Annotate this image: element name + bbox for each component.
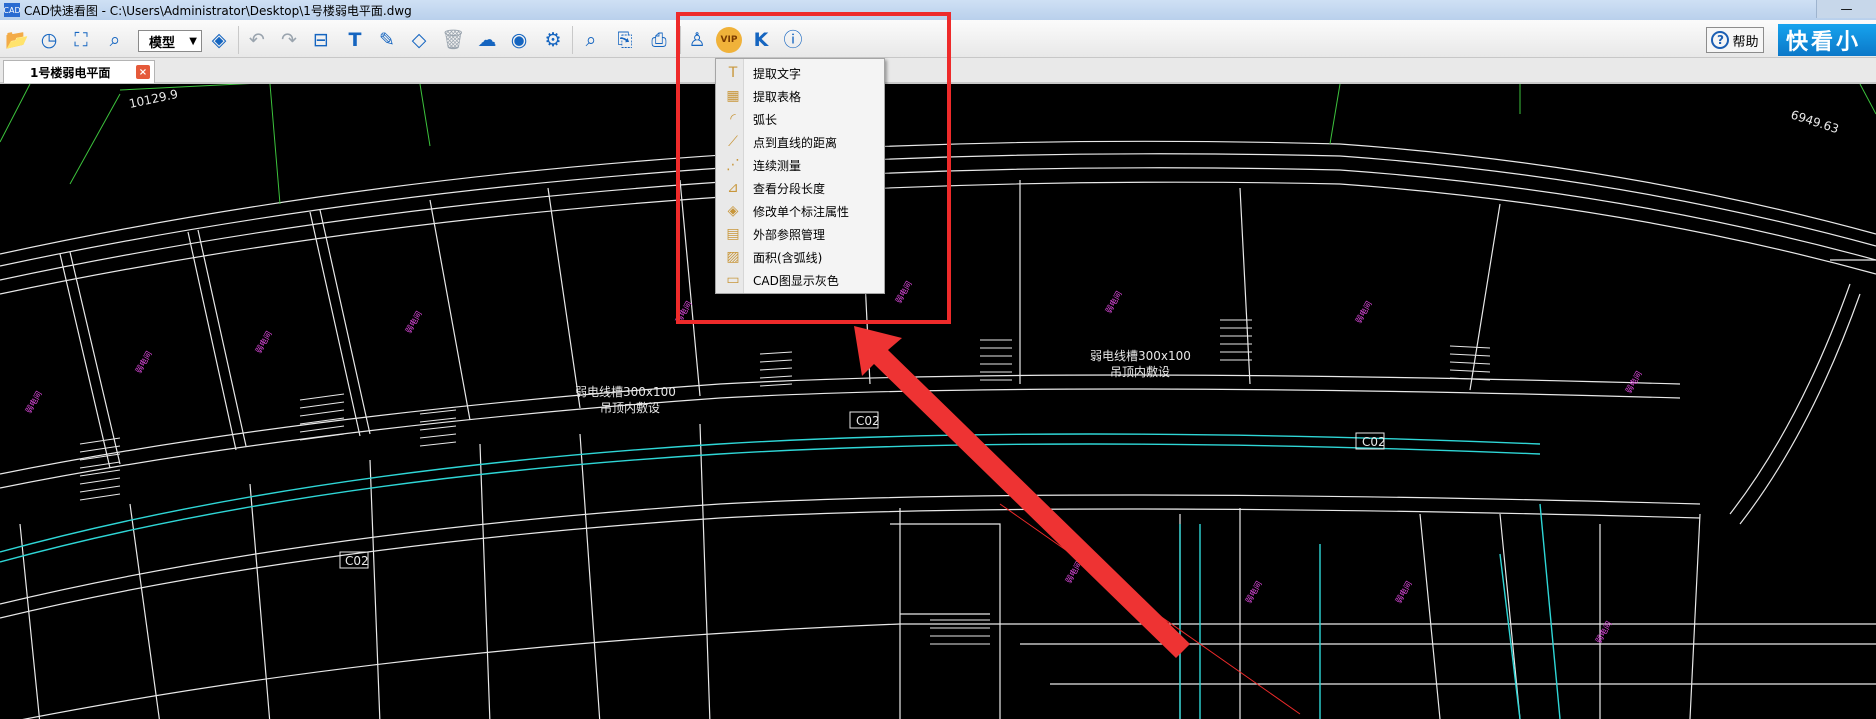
menu-item-label: 点到直线的距离 [753, 135, 838, 150]
delete-icon[interactable]: 🗑 [440, 27, 466, 53]
settings-icon[interactable]: ⚙ [540, 27, 566, 53]
minimize-button[interactable]: — [1816, 0, 1876, 18]
svg-text:弱电间: 弱电间 [403, 309, 424, 335]
cad-icon: CAD [3, 3, 21, 17]
svg-text:弱电间: 弱电间 [1353, 299, 1374, 325]
history-icon[interactable]: ◷ [36, 27, 62, 53]
menu-item-area[interactable]: ▨ 面积(含弧线) [718, 246, 882, 268]
model-select-value: 模型 [149, 35, 176, 51]
c02-label: C02 [345, 554, 369, 568]
cable-label: 弱电线槽300x100 [575, 385, 676, 399]
hide-icon[interactable]: ◉ [506, 27, 532, 53]
svg-text:弱电间: 弱电间 [253, 329, 274, 355]
extract-table-icon: ▦ [726, 88, 740, 104]
help-button[interactable]: ? 帮助 [1706, 27, 1764, 53]
layer-icon[interactable]: ◈ [206, 27, 232, 53]
brand-banner[interactable]: 快看小 [1778, 24, 1876, 56]
menu-item-segment-length[interactable]: ⊿ 查看分段长度 [718, 177, 882, 199]
xref-manager-icon: ▤ [726, 226, 740, 242]
k-tools-dropdown-menu: T 提取文字 ▦ 提取表格 ◜ 弧长 ⟋ 点到直线的距离 ⋰ 连续测量 ⊿ 查看分段长度 ◈… [715, 58, 885, 294]
open-folder-icon[interactable]: 📂 [4, 27, 30, 53]
menu-item-label: 面积(含弧线) [753, 250, 823, 265]
menu-item-label: 弧长 [753, 112, 778, 127]
cable-tray [0, 433, 1561, 719]
menu-item-xref-manager[interactable]: ▤ 外部参照管理 [718, 223, 882, 245]
menu-item-extract-text[interactable]: T 提取文字 [718, 62, 882, 84]
menu-item-label: 连续测量 [753, 158, 802, 173]
svg-text:弱电间: 弱电间 [133, 349, 154, 375]
markup-pen-icon[interactable]: ✎ [374, 27, 400, 53]
room-labels: 弱电间 弱电间 弱电间 弱电间 弱电间 弱电间 弱电间 弱电间 弱电间 弱电间 … [23, 279, 1644, 645]
dimension-label: 6949.63 [1789, 108, 1841, 137]
menu-item-gray-display[interactable]: ▭ CAD图显示灰色 [718, 269, 882, 291]
toolbar-separator [238, 26, 239, 54]
question-icon: ? [1711, 31, 1730, 49]
cable-label: 吊顶内敷设 [1110, 364, 1170, 379]
menu-item-label: 外部参照管理 [753, 227, 826, 242]
toolbar-separator [572, 26, 573, 54]
menu-item-label: 修改单个标注属性 [753, 204, 850, 219]
svg-text:弱电间: 弱电间 [1103, 289, 1124, 315]
menu-item-label: 查看分段长度 [753, 181, 826, 196]
chevron-down-icon: ▼ [189, 36, 197, 47]
measure-icon[interactable]: ⊟ [308, 27, 334, 53]
find-text-icon[interactable]: ⌕ [578, 27, 604, 53]
menu-item-label: 提取表格 [753, 89, 802, 104]
c02-label: C02 [856, 414, 880, 428]
eraser-icon[interactable]: ◇ [406, 27, 432, 53]
c02-label: C02 [1362, 435, 1386, 449]
export-icon[interactable]: ⎘ [612, 27, 638, 53]
text-icon[interactable]: T [342, 27, 368, 53]
zoom-window-icon[interactable]: ⌕ [102, 27, 128, 53]
model-select[interactable]: 模型 ▼ [138, 30, 202, 52]
edit-dimension-icon: ◈ [727, 203, 739, 219]
redo-icon[interactable]: ↷ [276, 27, 302, 53]
cable-label: 弱电线槽300x100 [1090, 349, 1191, 363]
area-icon: ▨ [726, 249, 740, 265]
menu-item-edit-dimension[interactable]: ◈ 修改单个标注属性 [718, 200, 882, 222]
menu-item-point-line-distance[interactable]: ⟋ 点到直线的距离 [718, 131, 882, 153]
svg-text:弱电间: 弱电间 [1393, 579, 1414, 605]
menu-item-continuous-measure[interactable]: ⋰ 连续测量 [718, 154, 882, 176]
svg-text:弱电间: 弱电间 [1243, 579, 1264, 605]
undo-icon[interactable]: ↶ [244, 27, 270, 53]
print-icon[interactable]: ⎙ [646, 27, 672, 53]
cloud-icon[interactable]: ☁ [474, 27, 500, 53]
fit-extent-icon[interactable]: ⛶ [68, 27, 94, 53]
svg-text:弱电间: 弱电间 [23, 389, 44, 415]
dimension-label: 10129.9 [128, 87, 179, 111]
point-line-distance-icon: ⟋ [728, 134, 738, 150]
stair-hatching [79, 319, 1491, 645]
menu-item-label: CAD图显示灰色 [753, 273, 839, 288]
document-tab-label: 1号楼弱电平面 [30, 65, 111, 80]
extract-text-icon: T [728, 65, 738, 81]
segment-length-icon: ⊿ [727, 180, 739, 196]
window-title: CAD快速看图 - C:\Users\Administrator\Desktop… [24, 3, 412, 18]
help-label: 帮助 [1732, 34, 1759, 50]
menu-item-arc-length[interactable]: ◜ 弧长 [718, 108, 882, 130]
menu-item-extract-table[interactable]: ▦ 提取表格 [718, 85, 882, 107]
menu-item-label: 提取文字 [753, 66, 802, 81]
cable-label: 吊顶内敷设 [600, 400, 660, 415]
svg-text:弱电间: 弱电间 [1593, 619, 1614, 645]
close-icon[interactable]: × [136, 65, 150, 79]
gray-display-icon: ▭ [726, 272, 740, 288]
document-tab[interactable]: 1号楼弱电平面 × [3, 60, 155, 83]
continuous-measure-icon: ⋰ [726, 157, 740, 173]
arc-length-icon: ◜ [730, 111, 736, 127]
